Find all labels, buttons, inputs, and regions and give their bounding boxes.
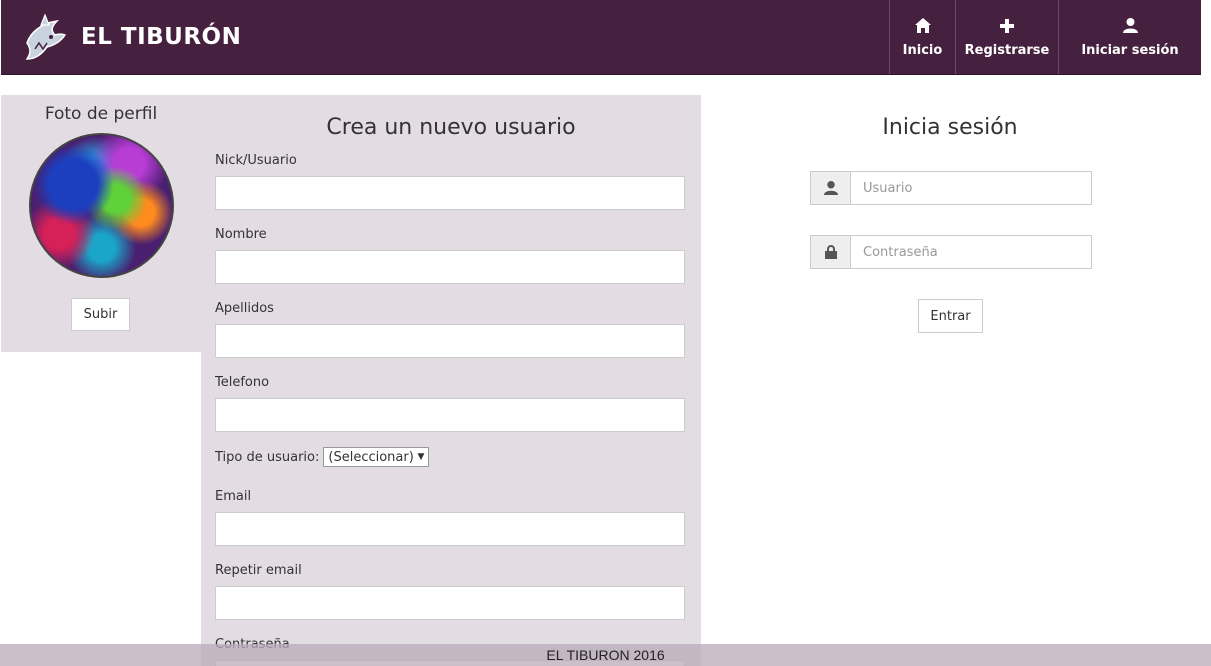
- nombre-input[interactable]: [215, 250, 685, 284]
- login-password-input[interactable]: [850, 235, 1092, 269]
- user-type-label: Tipo de usuario:: [215, 449, 320, 465]
- user-type-select[interactable]: (Seleccionar) ▼: [323, 447, 430, 467]
- nick-label: Nick/Usuario: [215, 153, 297, 168]
- profile-photo-title: Foto de perfil: [44, 104, 158, 124]
- apellidos-label: Apellidos: [215, 301, 274, 316]
- email-input[interactable]: [215, 512, 685, 546]
- brand-name: EL TIBURÓN: [81, 24, 242, 50]
- repeat-email-input[interactable]: [215, 586, 685, 620]
- nav-iniciar-sesion[interactable]: Iniciar sesión: [1058, 0, 1201, 74]
- login-title: Inicia sesión: [882, 115, 1018, 140]
- nav-iniciar-sesion-label: Iniciar sesión: [1081, 42, 1179, 58]
- email-label: Email: [215, 489, 252, 504]
- nav-inicio[interactable]: Inicio: [889, 0, 955, 74]
- top-navbar: EL TIBURÓN Inicio Registrarse Iniciar se…: [1, 0, 1201, 75]
- brand[interactable]: EL TIBURÓN: [21, 12, 241, 62]
- nick-input[interactable]: [215, 176, 685, 210]
- avatar: [29, 133, 174, 278]
- enter-button[interactable]: Entrar: [918, 299, 983, 333]
- register-panel: Crea un nuevo usuario Nick/Usuario Nombr…: [201, 95, 701, 666]
- user-type-selected: (Seleccionar): [328, 449, 414, 465]
- nombre-label: Nombre: [215, 227, 267, 242]
- nav-registrarse-label: Registrarse: [964, 42, 1050, 58]
- home-icon: [914, 17, 931, 35]
- register-title: Crea un nuevo usuario: [326, 115, 576, 140]
- user-icon: [1122, 17, 1138, 35]
- telefono-label: Telefono: [215, 375, 270, 390]
- apellidos-input[interactable]: [215, 324, 685, 358]
- plus-icon: [1000, 17, 1014, 35]
- footer: EL TIBURON 2016: [0, 644, 1211, 666]
- telefono-input[interactable]: [215, 398, 685, 432]
- upload-button[interactable]: Subir: [71, 298, 130, 331]
- footer-text: EL TIBURON 2016: [546, 647, 665, 663]
- repeat-email-label: Repetir email: [215, 563, 302, 578]
- user-icon: [810, 171, 850, 205]
- nav-registrarse[interactable]: Registrarse: [955, 0, 1058, 74]
- login-password-group: [810, 235, 1092, 269]
- nav-inicio-label: Inicio: [902, 42, 943, 58]
- lock-icon: [810, 235, 850, 269]
- user-type-row: Tipo de usuario: (Seleccionar) ▼: [215, 447, 430, 467]
- chevron-down-icon: ▼: [417, 452, 425, 462]
- main-nav: Inicio Registrarse Iniciar sesión: [889, 0, 1201, 74]
- login-username-group: [810, 171, 1092, 205]
- shark-logo-icon: [25, 13, 67, 60]
- login-username-input[interactable]: [850, 171, 1092, 205]
- profile-photo-panel: Foto de perfil Subir: [1, 95, 201, 352]
